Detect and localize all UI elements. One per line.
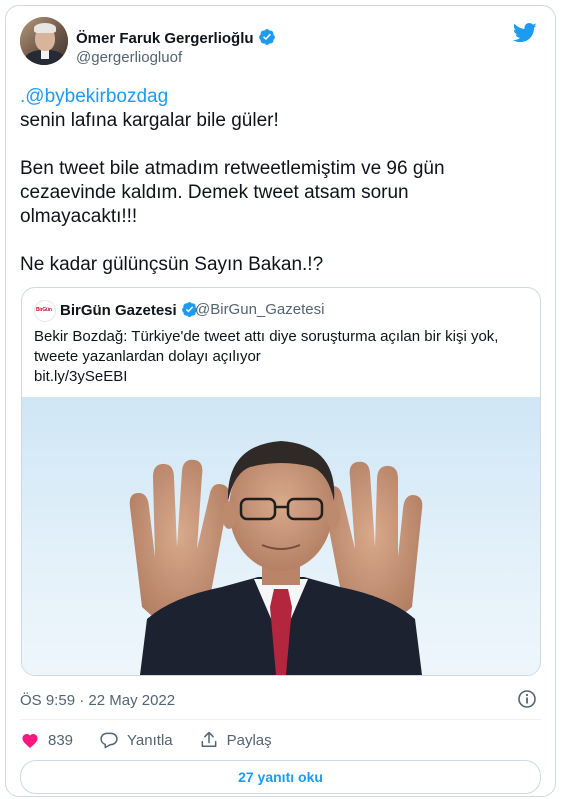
author-name[interactable]: Ömer Faruk Gergerlioğlu [76,30,254,47]
quote-media-photo[interactable] [22,397,540,675]
quote-author-name-row[interactable]: BirGün Gazetesi [60,301,198,322]
quote-text-line: Bekir Bozdağ: Türkiye'de tweet attı diye… [34,328,499,345]
author-handle[interactable]: @gergerliogluof [76,49,182,66]
tweet-text: .@bybekirbozdag senin lafına kargalar bil… [20,85,540,277]
tweet-time[interactable]: ÖS 9:59 [20,692,75,709]
like-button[interactable]: 839 [20,730,73,750]
tweet-text-line: Ben tweet bile atmadım retweetlemiştim v… [20,157,540,181]
author-name-row[interactable]: Ömer Faruk Gergerlioğlu [76,28,276,50]
info-icon[interactable] [517,689,537,714]
action-bar: 839 Yanıtla Paylaş [20,727,298,753]
birgun-logo: BirGün [36,307,52,313]
tweet-text-segment: Ben tweet bile atmadım retweetlemiştim v… [20,158,445,179]
quote-avatar[interactable]: BirGün [34,300,56,322]
author-avatar[interactable] [20,17,68,65]
tweet-text-line: senin lafına kargalar bile güler! [20,109,540,133]
tweet-text-line: olmayacaktı!!! [20,205,540,229]
divider [20,719,541,720]
tweet-text-segment: olmayacaktı!!! [20,206,138,227]
tweet-text-segment: cezaevinde kaldım. Demek tweet atsam sor… [20,182,409,203]
politician-photo [129,441,423,675]
reply-button[interactable]: Yanıtla [99,730,173,750]
tweet-text-line: .@bybekirbozdag [20,85,540,109]
tweet-text-line: Ne kadar gülünçsün Sayın Bakan.!? [20,253,540,277]
tweet-date[interactable]: 22 May 2022 [88,692,175,709]
tweet-text-segment: senin lafına kargalar bile güler! [20,110,279,131]
share-button[interactable]: Paylaş [199,730,272,750]
tweet-text-line: cezaevinde kaldım. Demek tweet atsam sor… [20,181,540,205]
quote-author-handle[interactable]: @BirGun_Gazetesi [195,301,324,318]
tweet-text-line [20,133,540,157]
heart-icon [22,734,38,748]
tweet-card: Ömer Faruk Gergerlioğlu @gergerliogluof … [5,5,556,797]
tweet-text-segment: Ne kadar gülünçsün Sayın Bakan.!? [20,254,324,275]
mention-link[interactable]: .@bybekirbozdag [20,86,168,107]
tweet-text-line [20,229,540,253]
meta-separator: · [79,692,85,709]
twitter-bird-icon[interactable] [512,23,537,48]
reply-label: Yanıtla [127,731,173,749]
verified-badge-icon [258,28,276,50]
quote-text: Bekir Bozdağ: Türkiye'de tweet attı diye… [34,327,529,387]
like-count: 839 [48,731,74,749]
speech-bubble-icon [100,732,118,749]
share-upload-icon [201,731,217,747]
quote-link[interactable]: bit.ly/3ySeEBI [34,367,529,387]
quoted-tweet[interactable]: BirGün BirGün Gazetesi @BirGun_Gazetesi … [21,287,541,676]
quote-author-name[interactable]: BirGün Gazetesi [60,302,177,319]
quote-text-line: tweete yazanlardan dolayı açılıyor [34,348,261,365]
read-replies-button[interactable]: 27 yanıtı oku [20,760,541,794]
share-label: Paylaş [226,731,272,749]
tweet-timestamp[interactable]: ÖS 9:59 · 22 May 2022 [20,692,175,709]
